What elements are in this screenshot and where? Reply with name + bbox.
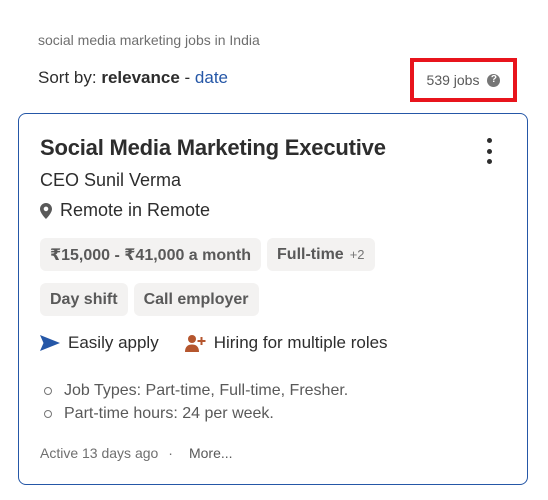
chip-label: ₹15,000 - ₹41,000 a month [50,246,252,264]
salary-chip: ₹15,000 - ₹41,000 a month [40,238,262,271]
send-arrow-icon [40,335,60,351]
easily-apply-feature: Easily apply [40,333,159,353]
person-plus-icon [184,335,206,352]
job-card[interactable]: Social Media Marketing Executive CEO Sun… [18,113,528,485]
posted-date: Active 13 days ago [40,445,159,461]
job-type-chip[interactable]: Full-time +2 [267,238,375,271]
sort-option-relevance: relevance [101,68,180,87]
kebab-dot [486,138,492,143]
job-count-highlight: 539 jobs ? [410,58,517,102]
multiple-roles-feature: Hiring for multiple roles [184,333,388,353]
snippet-text: Job Types: Part-time, Full-time, Fresher… [64,381,349,399]
bullet-icon [44,409,52,418]
sort-controls: Sort by: relevance - date [38,68,228,88]
feature-label: Easily apply [68,333,159,352]
job-card-footer: Active 13 days ago · More... [40,445,233,461]
job-count: 539 jobs [426,72,480,88]
snippet-text: Part-time hours: 24 per week. [64,404,274,422]
footer-separator: · [168,445,173,461]
job-location: Remote in Remote [40,200,210,221]
job-features: Easily apply Hiring for multiple roles [40,333,414,353]
more-link[interactable]: More... [189,445,233,461]
help-icon[interactable]: ? [487,73,501,87]
more-options-icon[interactable] [481,138,497,164]
sort-separator: - [184,68,191,87]
breadcrumb: social media marketing jobs in India [38,32,260,48]
call-employer-chip: Call employer [133,283,259,316]
snippet-item: Job Types: Part-time, Full-time, Fresher… [44,379,348,402]
bullet-icon [44,386,52,395]
search-results-page: social media marketing jobs in India Sor… [0,0,548,500]
kebab-dot [486,148,492,154]
company-name: CEO Sunil Verma [40,170,182,190]
chip-label: Full-time [277,245,344,263]
feature-label: Hiring for multiple roles [213,333,388,352]
location-pin-icon [40,202,52,219]
chip-label: Day shift [50,290,118,308]
shift-chip: Day shift [40,283,128,316]
sort-option-date[interactable]: date [195,68,228,87]
sort-label: Sort by: [38,68,97,87]
chip-label: Call employer [143,290,249,308]
job-snippet: Job Types: Part-time, Full-time, Fresher… [44,379,348,425]
job-attributes: ₹15,000 - ₹41,000 a month Full-time +2 D… [40,238,460,316]
snippet-item: Part-time hours: 24 per week. [44,402,348,425]
kebab-dot [486,159,492,164]
location-text: Remote in Remote [60,200,211,220]
chip-extra-count: +2 [349,247,365,262]
job-title[interactable]: Social Media Marketing Executive [40,135,386,161]
